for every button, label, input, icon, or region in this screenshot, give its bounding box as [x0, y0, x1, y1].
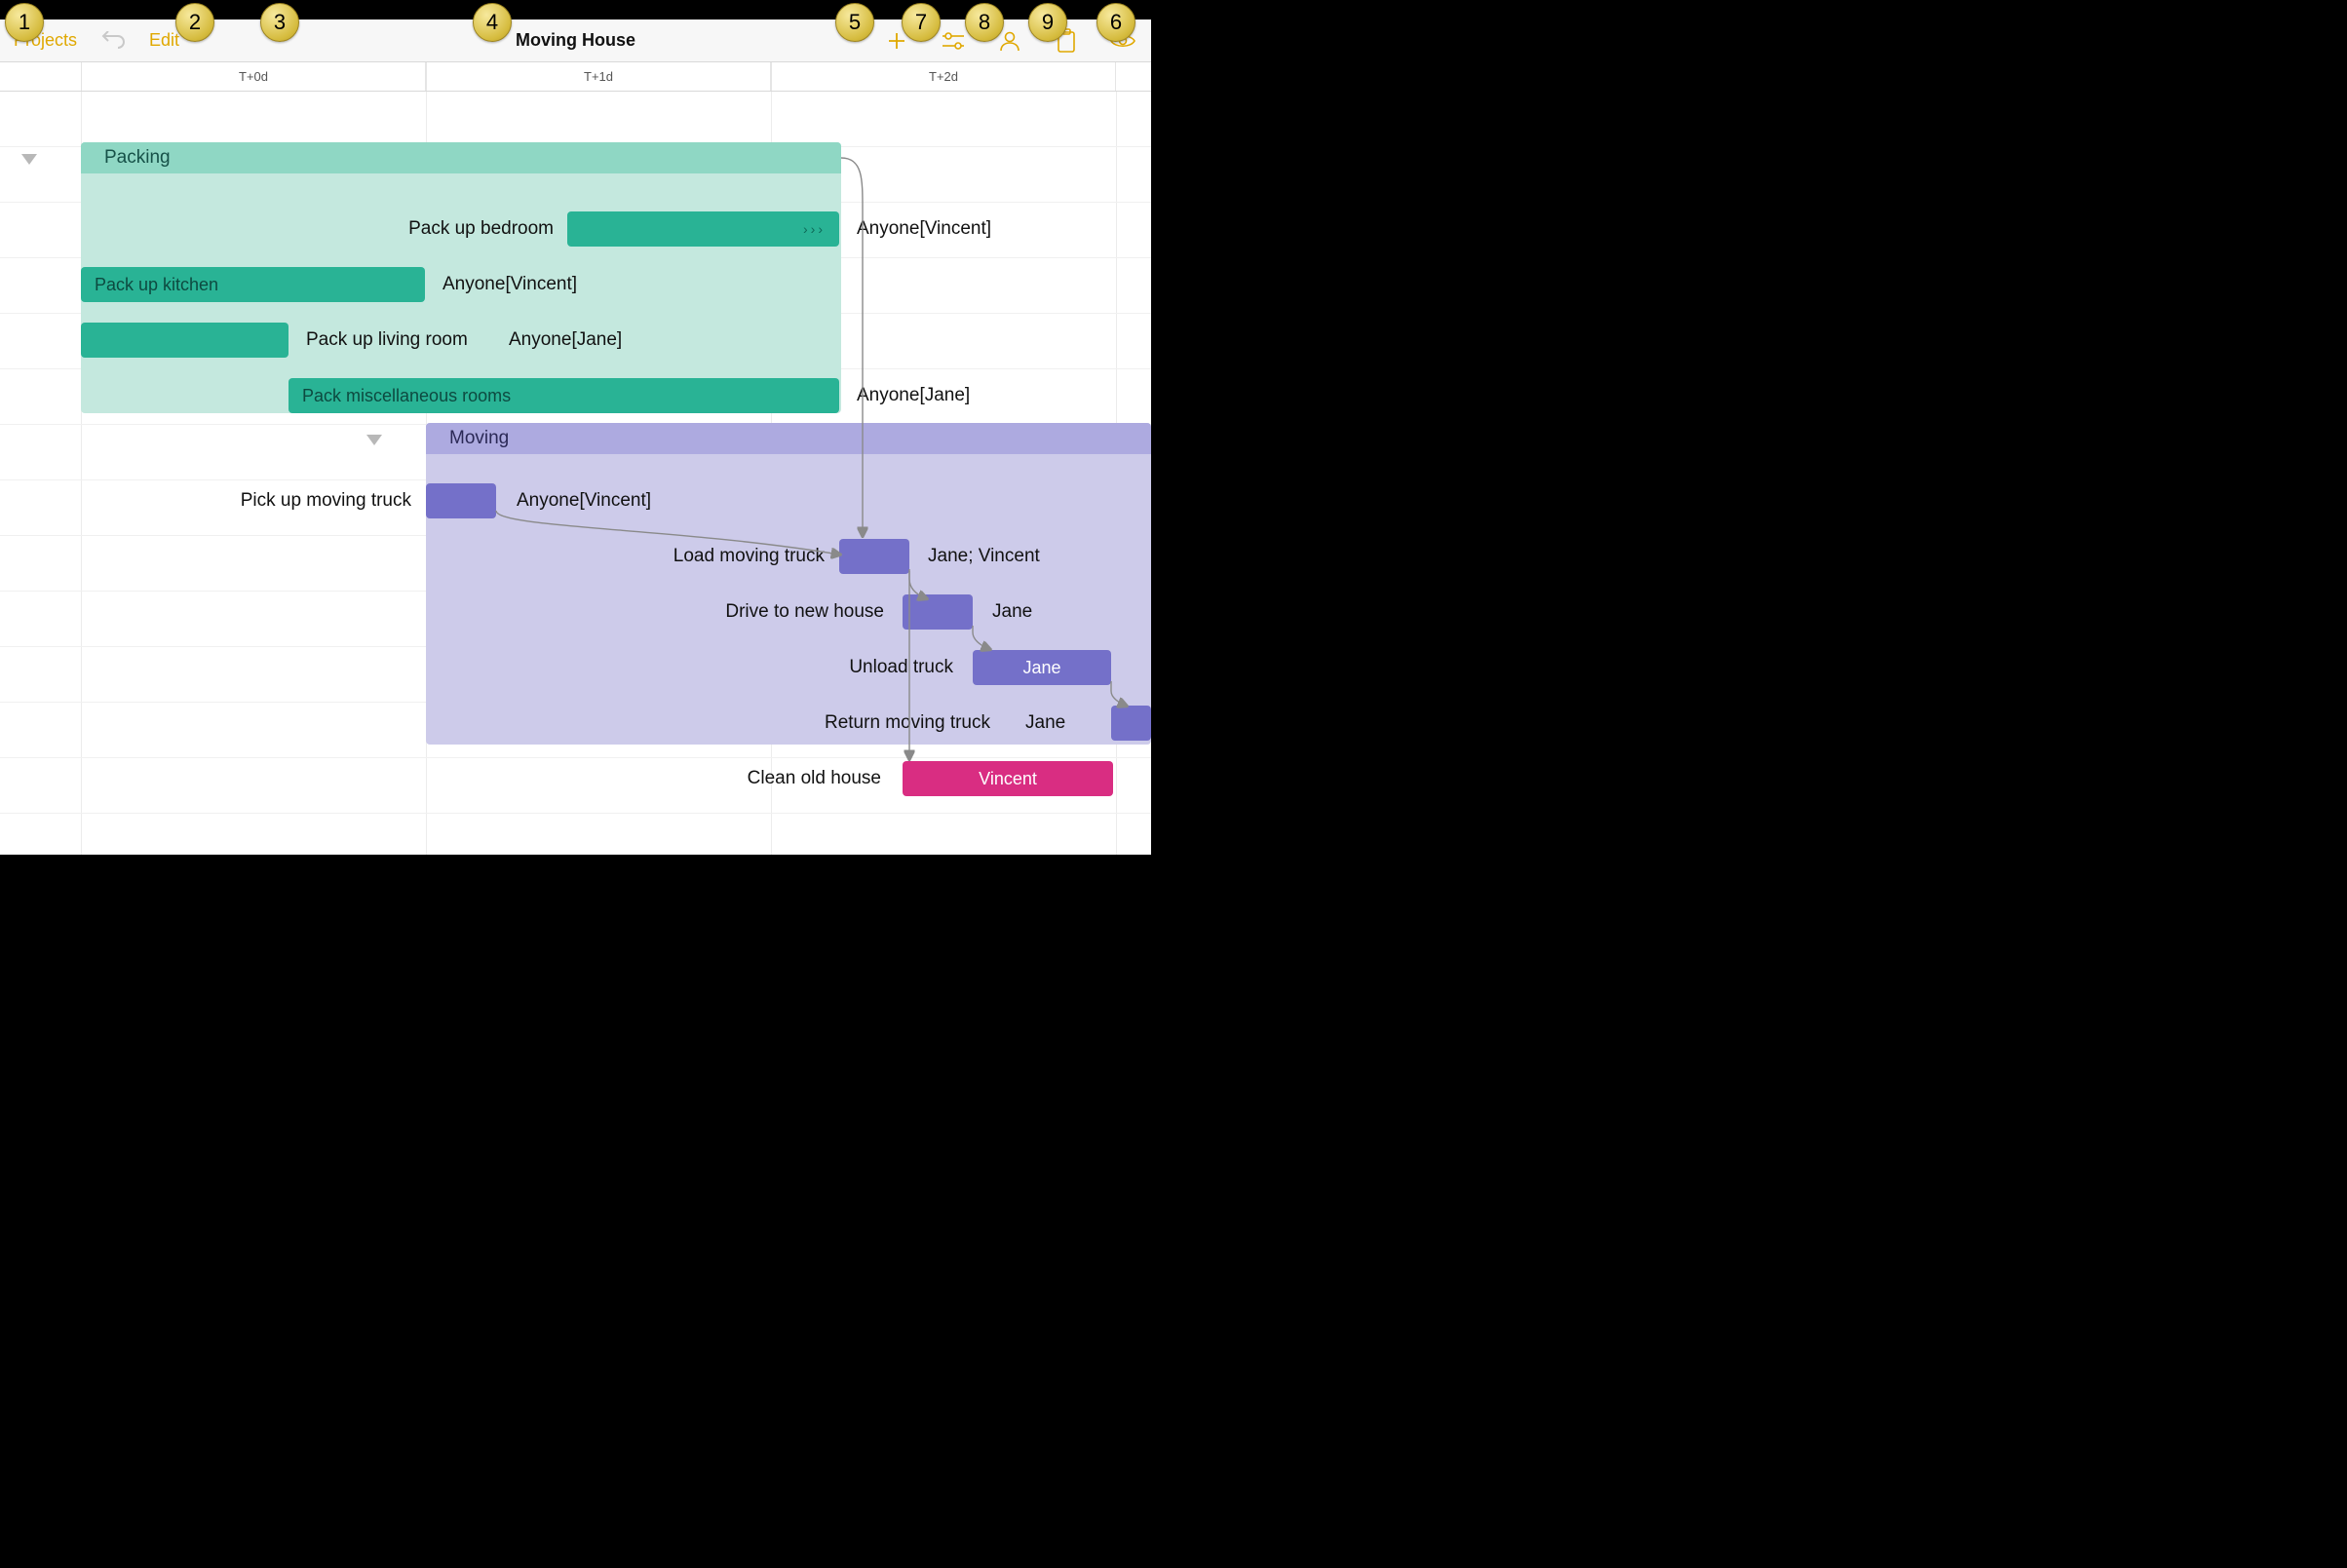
- task-label: Clean old house: [595, 761, 893, 796]
- callout-4: 4: [473, 3, 512, 42]
- task-bar[interactable]: [1111, 706, 1151, 741]
- timeline-header: T+0d T+1d T+2d: [0, 62, 1151, 92]
- task-resource: Anyone[Vincent]: [503, 483, 651, 518]
- task-label: Drive to new house: [556, 594, 896, 630]
- task-label: Pick up moving truck: [117, 483, 423, 518]
- disclosure-icon[interactable]: [19, 150, 39, 170]
- task-label: Load moving truck: [507, 539, 836, 574]
- task-resource: Anyone[Vincent]: [843, 211, 991, 247]
- group-bg-moving: [426, 423, 1151, 745]
- task-label: Pack up living room: [292, 323, 468, 358]
- task-bar[interactable]: [903, 594, 973, 630]
- task-bar[interactable]: [81, 323, 289, 358]
- gantt-chart[interactable]: Packing Pack up bedroom ››› Anyone[Vince…: [0, 92, 1151, 855]
- task-bar[interactable]: Pack up kitchen: [81, 267, 425, 302]
- disclosure-icon[interactable]: [365, 431, 384, 450]
- callout-2: 2: [175, 3, 214, 42]
- callout-5: 5: [835, 3, 874, 42]
- timeline-tick: T+1d: [426, 62, 771, 91]
- task-resource: Anyone[Jane]: [495, 323, 622, 358]
- task-resource: Anyone[Jane]: [843, 378, 970, 413]
- app-window: 1 2 3 4 5 7 8 9 6 Projects Edit Moving H…: [0, 0, 1151, 855]
- timeline-tick: T+0d: [81, 62, 426, 91]
- task-bar[interactable]: ›››: [567, 211, 839, 247]
- task-label: Pack up bedroom: [195, 211, 565, 247]
- undo-icon[interactable]: [98, 26, 128, 56]
- callout-7: 7: [902, 3, 941, 42]
- task-bar[interactable]: [426, 483, 496, 518]
- callout-8: 8: [965, 3, 1004, 42]
- timeline-tick: T+2d: [771, 62, 1116, 91]
- task-bar[interactable]: Jane: [973, 650, 1111, 685]
- interrupt-icon: ›››: [803, 221, 826, 237]
- callout-9: 9: [1028, 3, 1067, 42]
- group-header-moving[interactable]: Moving: [426, 423, 1151, 454]
- task-bar[interactable]: Pack miscellaneous rooms: [289, 378, 839, 413]
- edit-button[interactable]: Edit: [149, 30, 179, 51]
- callout-6: 6: [1097, 3, 1135, 42]
- task-resource: Anyone[Vincent]: [429, 267, 577, 302]
- task-resource: Jane: [979, 594, 1032, 630]
- task-bar[interactable]: [839, 539, 909, 574]
- task-bar[interactable]: Vincent: [903, 761, 1113, 796]
- callout-1: 1: [5, 3, 44, 42]
- filter-icon[interactable]: [939, 26, 968, 56]
- group-header-packing[interactable]: Packing: [81, 142, 841, 173]
- task-label: Return moving truck: [673, 706, 1002, 741]
- callout-3: 3: [260, 3, 299, 42]
- task-resource: Jane; Vincent: [914, 539, 1040, 574]
- task-label: Unload truck: [673, 650, 965, 685]
- task-resource: Jane: [1012, 706, 1065, 741]
